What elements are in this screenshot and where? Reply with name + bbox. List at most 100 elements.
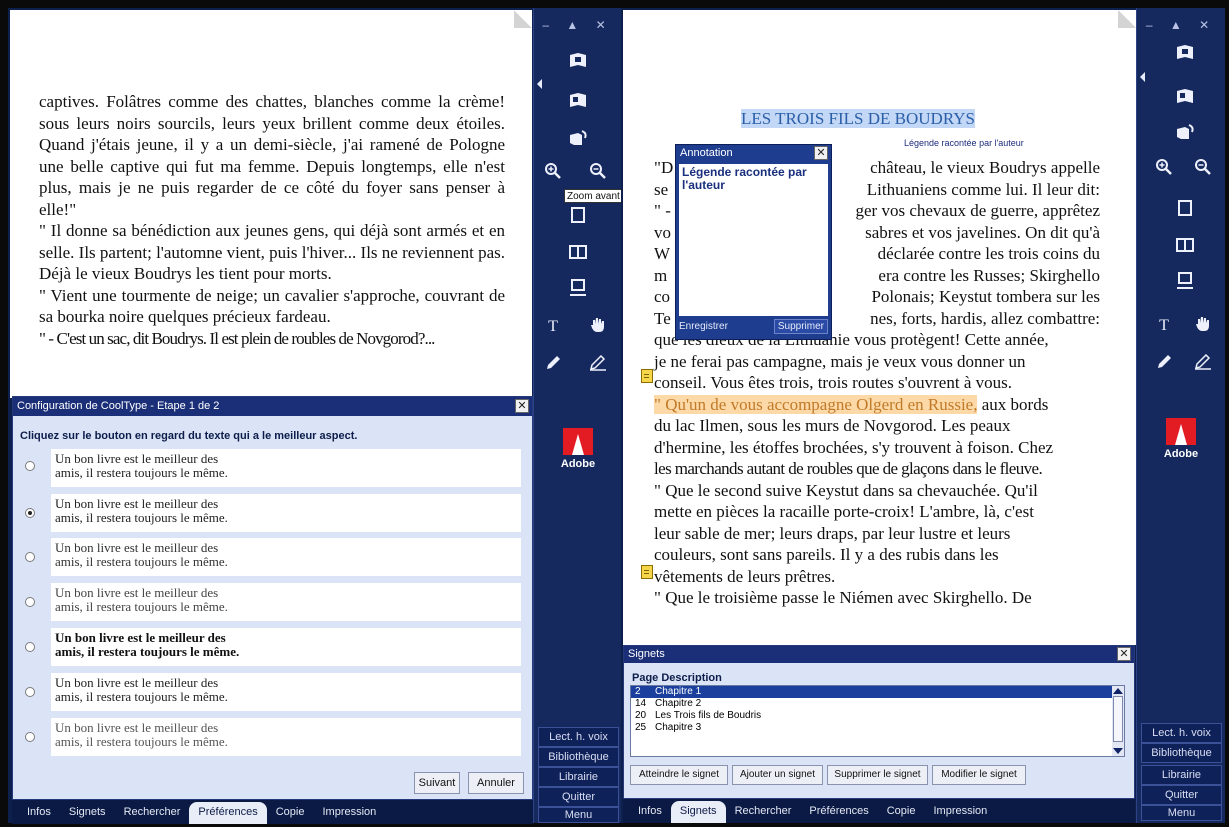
adobe-icon [563,428,593,455]
book-pages-icon[interactable] [564,88,592,112]
highlighted-passage[interactable]: " Qu'un de vous accompagne Olgerd en Rus… [654,394,978,414]
tab-infos[interactable]: Infos [18,802,60,824]
two-page-icon[interactable] [1171,233,1199,257]
library-button[interactable]: Bibliothèque [1141,743,1222,763]
left-reader-window: captives. Folâtres comme des chattes, bl… [8,8,623,824]
dialog-instruction: Cliquez sur le bouton en regard du texte… [20,430,358,442]
annotation-note-icon[interactable] [641,565,653,579]
scroll-thumb[interactable] [1113,696,1123,742]
right-page-text: que les dieux de la Lithuanie vous protè… [654,330,1054,607]
bookstore-button[interactable]: Librairie [1141,765,1222,785]
read-aloud-button[interactable]: Lect. h. voix [538,727,619,747]
annotation-title-bar[interactable]: Annotation ✕ [676,145,831,162]
menu-button[interactable]: Menu [1141,805,1222,821]
save-annotation-button[interactable]: Enregistrer [679,321,728,332]
tab-preferences[interactable]: Préférences [189,802,267,824]
radio-option-7[interactable] [25,732,35,742]
scrollbar[interactable] [1112,686,1124,756]
hand-tool-icon[interactable] [1189,312,1217,336]
tab-copie[interactable]: Copie [878,801,925,823]
menu-button[interactable]: Menu [538,807,619,823]
radio-option-1[interactable] [25,461,35,471]
collapse-arrow-icon[interactable] [537,79,542,89]
bookstore-button[interactable]: Librairie [538,767,619,787]
next-button[interactable]: Suivant [414,772,460,794]
add-bookmark-button[interactable]: Ajouter un signet [732,765,823,785]
page-corner-fold[interactable] [514,10,532,28]
tab-copie[interactable]: Copie [267,802,314,824]
text-tool-icon[interactable]: T [1150,314,1178,338]
tab-rechercher[interactable]: Rechercher [115,802,190,824]
scroll-up-icon[interactable] [1113,688,1123,694]
left-book-page: captives. Folâtres comme des chattes, bl… [10,10,532,398]
tab-preferences[interactable]: Préférences [800,801,877,823]
window-controls[interactable]: – ▲ ✕ [1137,18,1225,32]
edit-bookmark-button[interactable]: Modifier le signet [932,765,1026,785]
rotate-page-icon[interactable] [1171,120,1199,144]
bookmarks-title-bar[interactable]: Signets ✕ [624,646,1134,663]
book-cover-icon[interactable] [564,48,592,72]
radio-option-2[interactable] [25,508,35,518]
tab-infos[interactable]: Infos [629,801,671,823]
pencil-icon[interactable] [584,351,612,375]
font-sample-5: Un bon livre est le meilleur des amis, il… [51,628,521,666]
paragraph: " - C'est un sac, dit Boudrys. Il est pl… [39,328,435,348]
paragraph: captives. Folâtres comme des chattes, bl… [39,92,505,219]
bookmarks-list[interactable]: 2 Chapitre 1 14 Chapitre 2 20 Les Trois fil… [630,685,1125,757]
single-page-icon[interactable] [1171,196,1199,220]
radio-option-6[interactable] [25,687,35,697]
fit-width-icon[interactable] [564,276,592,300]
tab-signets[interactable]: Signets [60,802,115,824]
adobe-icon [1166,418,1196,445]
hand-tool-icon[interactable] [584,313,612,337]
two-page-icon[interactable] [564,240,592,264]
radio-option-3[interactable] [25,552,35,562]
tab-rechercher[interactable]: Rechercher [726,801,801,823]
pencil-icon[interactable] [1189,350,1217,374]
read-aloud-button[interactable]: Lect. h. voix [1141,723,1222,743]
fit-width-icon[interactable] [1171,269,1199,293]
list-item[interactable]: 2 Chapitre 1 [631,686,1113,698]
tab-impression[interactable]: Impression [313,802,385,824]
book-cover-icon[interactable] [1171,40,1199,64]
font-sample-1: Un bon livre est le meilleur des amis, il… [51,449,521,487]
highlighter-icon[interactable] [1150,350,1178,374]
annotation-note-icon[interactable] [641,369,653,383]
story-title: LES TROIS FILS DE BOUDRYS [741,109,975,128]
zoom-in-icon[interactable] [1150,155,1178,179]
book-pages-icon[interactable] [1171,84,1199,108]
dialog-title-bar[interactable]: Configuration de CoolType - Etape 1 de 2… [13,397,532,416]
text-tool-icon[interactable]: T [539,315,567,339]
delete-annotation-button[interactable]: Supprimer [773,319,828,334]
list-item[interactable]: 14 Chapitre 2 [631,698,1124,710]
scroll-down-icon[interactable] [1113,748,1123,754]
list-item[interactable]: 20 Les Trois fils de Boudris [631,710,1124,722]
single-page-icon[interactable] [564,203,592,227]
list-item[interactable]: 25 Chapitre 3 [631,722,1124,734]
delete-bookmark-button[interactable]: Supprimer le signet [827,765,928,785]
cancel-button[interactable]: Annuler [468,772,524,794]
close-icon[interactable]: ✕ [515,399,529,413]
quit-button[interactable]: Quitter [1141,785,1222,805]
radio-option-4[interactable] [25,597,35,607]
zoom-out-icon[interactable] [584,159,612,183]
library-button[interactable]: Bibliothèque [538,747,619,767]
tab-impression[interactable]: Impression [924,801,996,823]
rotate-page-icon[interactable] [564,126,592,150]
zoom-out-icon[interactable] [1189,155,1217,179]
close-icon[interactable]: ✕ [1117,647,1131,661]
quit-button[interactable]: Quitter [538,787,619,807]
tab-signets[interactable]: Signets [670,801,726,823]
highlighter-icon[interactable] [539,351,567,375]
close-icon[interactable]: ✕ [814,146,828,160]
window-controls[interactable]: – ▲ ✕ [534,18,621,32]
zoom-in-icon[interactable] [539,159,567,183]
font-sample-7: Un bon livre est le meilleur des amis, il… [51,718,521,756]
radio-option-5[interactable] [25,642,35,652]
page-corner-fold[interactable] [1118,10,1136,28]
goto-bookmark-button[interactable]: Atteindre le signet [630,765,728,785]
annotation-title: Annotation [680,147,733,159]
annotation-textarea[interactable]: Légende racontée par l'auteur [679,164,828,316]
collapse-arrow-icon[interactable] [1140,72,1145,82]
cooltype-dialog: Configuration de CoolType - Etape 1 de 2… [12,396,533,800]
